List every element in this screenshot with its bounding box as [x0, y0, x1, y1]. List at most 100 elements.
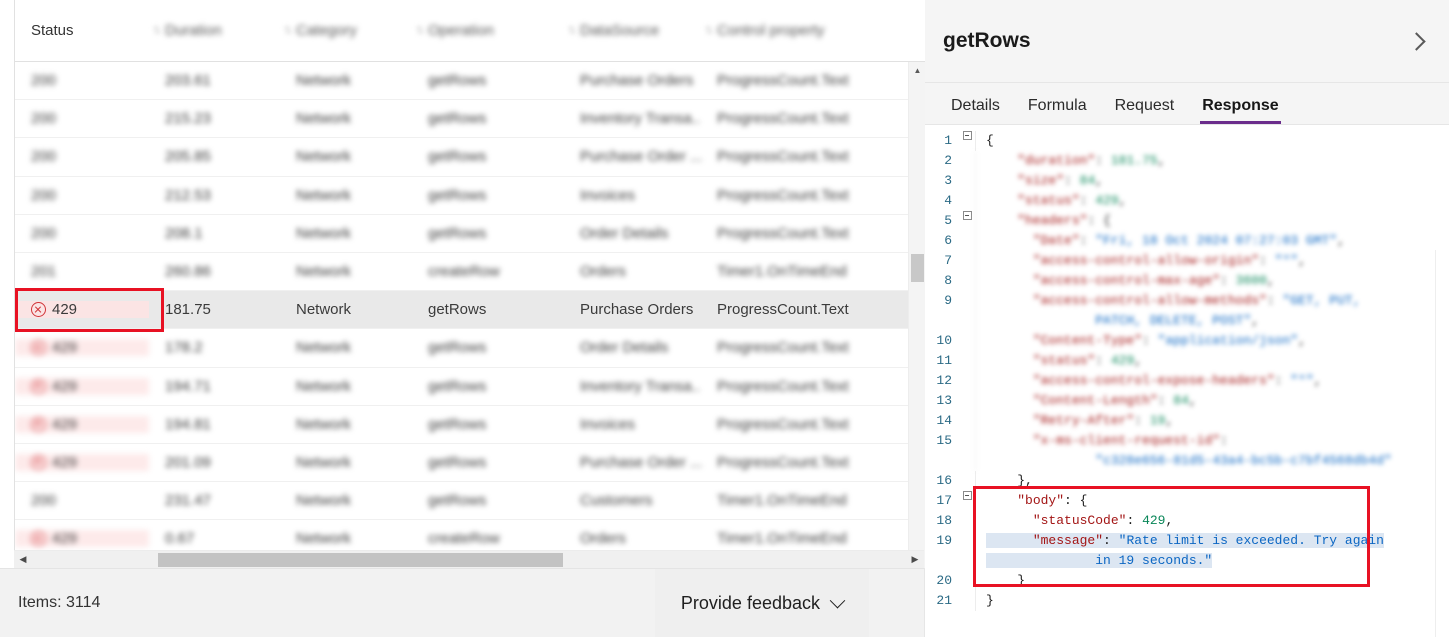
vertical-scroll-thumb[interactable]	[911, 254, 924, 282]
cell-status: 200	[15, 492, 149, 509]
code-text: "body": {	[975, 491, 1449, 511]
scroll-up-icon[interactable]: ▲	[909, 62, 925, 79]
tab-response[interactable]: Response	[1188, 97, 1292, 124]
table-row[interactable]: 200 203.61 Network getRows Purchase Orders Pr…	[15, 62, 925, 101]
column-header-control-property[interactable]: Control property	[717, 22, 917, 39]
cell-operation: getRows	[428, 377, 487, 395]
table-row[interactable]: 200 205.85 Network getRows Purchase Order ..…	[15, 138, 925, 177]
cell-control-property: Timer1.OnTimeEnd	[717, 530, 847, 548]
code-line: 3 "size": 84,	[925, 171, 1449, 191]
tab-request[interactable]: Request	[1101, 97, 1189, 124]
cell-datasource: Invoices	[580, 186, 636, 204]
cell-status: 429	[15, 415, 149, 433]
table-horizontal-scrollbar[interactable]: ◀ ▶	[14, 550, 924, 568]
table-row[interactable]: 429 201.09 Network getRows Purchase Order ..…	[15, 443, 925, 483]
table-row[interactable]: 200 208.1 Network getRows Order Details Progr…	[15, 214, 925, 253]
cell-duration: 194.81	[165, 415, 211, 433]
fold-collapse-icon[interactable]	[959, 131, 975, 140]
cell-duration: 201.09	[165, 453, 211, 471]
code-text: "access-control-allow-methods": "GET, PU…	[975, 291, 1449, 331]
code-line: 9 "access-control-allow-methods": "GET, …	[925, 291, 1449, 331]
cell-duration: 215.23	[165, 110, 211, 128]
chevron-right-icon[interactable]	[1407, 31, 1426, 51]
response-code-viewer[interactable]: 1{2 "duration": 181.75, 3 "size": 84, 4 "s…	[925, 125, 1449, 637]
line-number: 14	[936, 413, 952, 428]
cell-datasource: Order Details	[580, 339, 669, 357]
column-header-datasource[interactable]: DataSource	[580, 22, 701, 39]
table-row[interactable]: 200 212.53 Network getRows Invoices ProgressC…	[15, 176, 925, 215]
line-number: 17	[936, 493, 952, 508]
line-number: 20	[936, 573, 952, 588]
scroll-right-icon[interactable]: ▶	[906, 551, 924, 569]
column-header-operation[interactable]: Operation	[428, 22, 564, 39]
cell-duration: 181.75	[165, 301, 211, 319]
column-header-status[interactable]: Status	[15, 22, 149, 39]
column-sort-icon[interactable]: ⇅	[701, 24, 717, 37]
column-sort-icon[interactable]: ⇅	[280, 24, 296, 37]
cell-duration: 203.61	[165, 72, 211, 90]
column-sort-icon[interactable]: ⇅	[564, 24, 580, 37]
cell-datasource: Purchase Orders	[580, 72, 694, 90]
code-text: }	[975, 571, 1449, 591]
table-row[interactable]: 200 215.23 Network getRows Inventory Transa.…	[15, 100, 925, 139]
cell-duration: 231.47	[165, 492, 211, 510]
cell-operation: getRows	[428, 72, 487, 90]
table-row[interactable]: 429 178.2 Network getRows Order Details Progr…	[15, 329, 925, 368]
cell-datasource: Orders	[580, 530, 626, 548]
status-code-label: 429	[52, 415, 78, 433]
code-text: "Content-Type": "application/json",	[975, 331, 1449, 351]
fold-collapse-icon[interactable]	[959, 211, 975, 220]
table-footer: Items: 3114 Provide feedback	[0, 568, 924, 637]
table-vertical-scrollbar[interactable]: ▲ ▼	[908, 62, 925, 568]
cell-category: Network	[296, 453, 352, 471]
horizontal-scroll-thumb[interactable]	[158, 552, 563, 567]
status-code-label: 429	[52, 377, 78, 395]
cell-operation: getRows	[428, 186, 487, 204]
cell-operation: getRows	[428, 339, 487, 357]
cell-datasource: Customers	[580, 492, 653, 510]
cell-datasource: Orders	[580, 263, 626, 281]
column-sort-icon[interactable]: ⇅	[412, 24, 428, 37]
cell-duration: 212.53	[165, 186, 211, 204]
tab-formula[interactable]: Formula	[1014, 97, 1101, 124]
provide-feedback-button[interactable]: Provide feedback	[654, 569, 869, 637]
code-text: "access-control-max-age": 3600,	[975, 271, 1449, 291]
code-line: 5 "headers": {	[925, 211, 1449, 231]
fold-collapse-icon[interactable]	[959, 491, 975, 500]
table-row[interactable]: 429 181.75 Network getRows Purchase Orders Pr…	[15, 291, 925, 330]
code-line: 14 "Retry-After": 19,	[925, 411, 1449, 431]
cell-duration: 205.85	[165, 148, 211, 166]
line-number: 21	[936, 593, 952, 608]
column-header-duration[interactable]: Duration	[165, 22, 280, 39]
line-number: 4	[944, 193, 952, 208]
code-line: 2 "duration": 181.75,	[925, 151, 1449, 171]
detail-vertical-scrollbar[interactable]	[1435, 250, 1449, 637]
table-row[interactable]: 429 194.71 Network getRows Inventory Transa.…	[15, 367, 925, 406]
cell-status: 200	[15, 110, 149, 127]
cell-datasource: Inventory Transa...	[580, 377, 701, 395]
status-code-label: 429	[52, 301, 78, 319]
code-line: 21}	[925, 591, 1449, 611]
line-number: 13	[936, 393, 952, 408]
column-sort-icon[interactable]: ⇅	[149, 24, 165, 37]
cell-category: Network	[296, 530, 352, 548]
column-header-category[interactable]: Category	[296, 22, 412, 39]
status-code-label: 200	[31, 148, 57, 166]
code-text: "access-control-allow-origin": "*",	[975, 251, 1449, 271]
line-number: 15	[936, 433, 952, 448]
line-number: 9	[944, 293, 952, 308]
cell-category: Network	[296, 415, 352, 433]
tab-details[interactable]: Details	[937, 97, 1014, 124]
code-text: },	[975, 471, 1449, 491]
cell-status: 200	[15, 148, 149, 165]
status-code-label: 200	[31, 110, 57, 128]
horizontal-scroll-track[interactable]	[32, 551, 906, 569]
table-row[interactable]: 429 194.81 Network getRows Invoices ProgressC…	[15, 405, 925, 444]
scroll-left-icon[interactable]: ◀	[14, 551, 32, 569]
cell-duration: 194.71	[165, 377, 211, 395]
code-text: "x-ms-client-request-id": "c328e656-81d5…	[975, 431, 1449, 471]
table-row[interactable]: 200 231.47 Network getRows Customers Timer1.O…	[15, 482, 925, 521]
cell-category: Network	[296, 301, 352, 319]
table-row[interactable]: 201 260.86 Network createRow Orders Timer1.On…	[15, 252, 925, 292]
code-text: {	[975, 131, 1449, 151]
